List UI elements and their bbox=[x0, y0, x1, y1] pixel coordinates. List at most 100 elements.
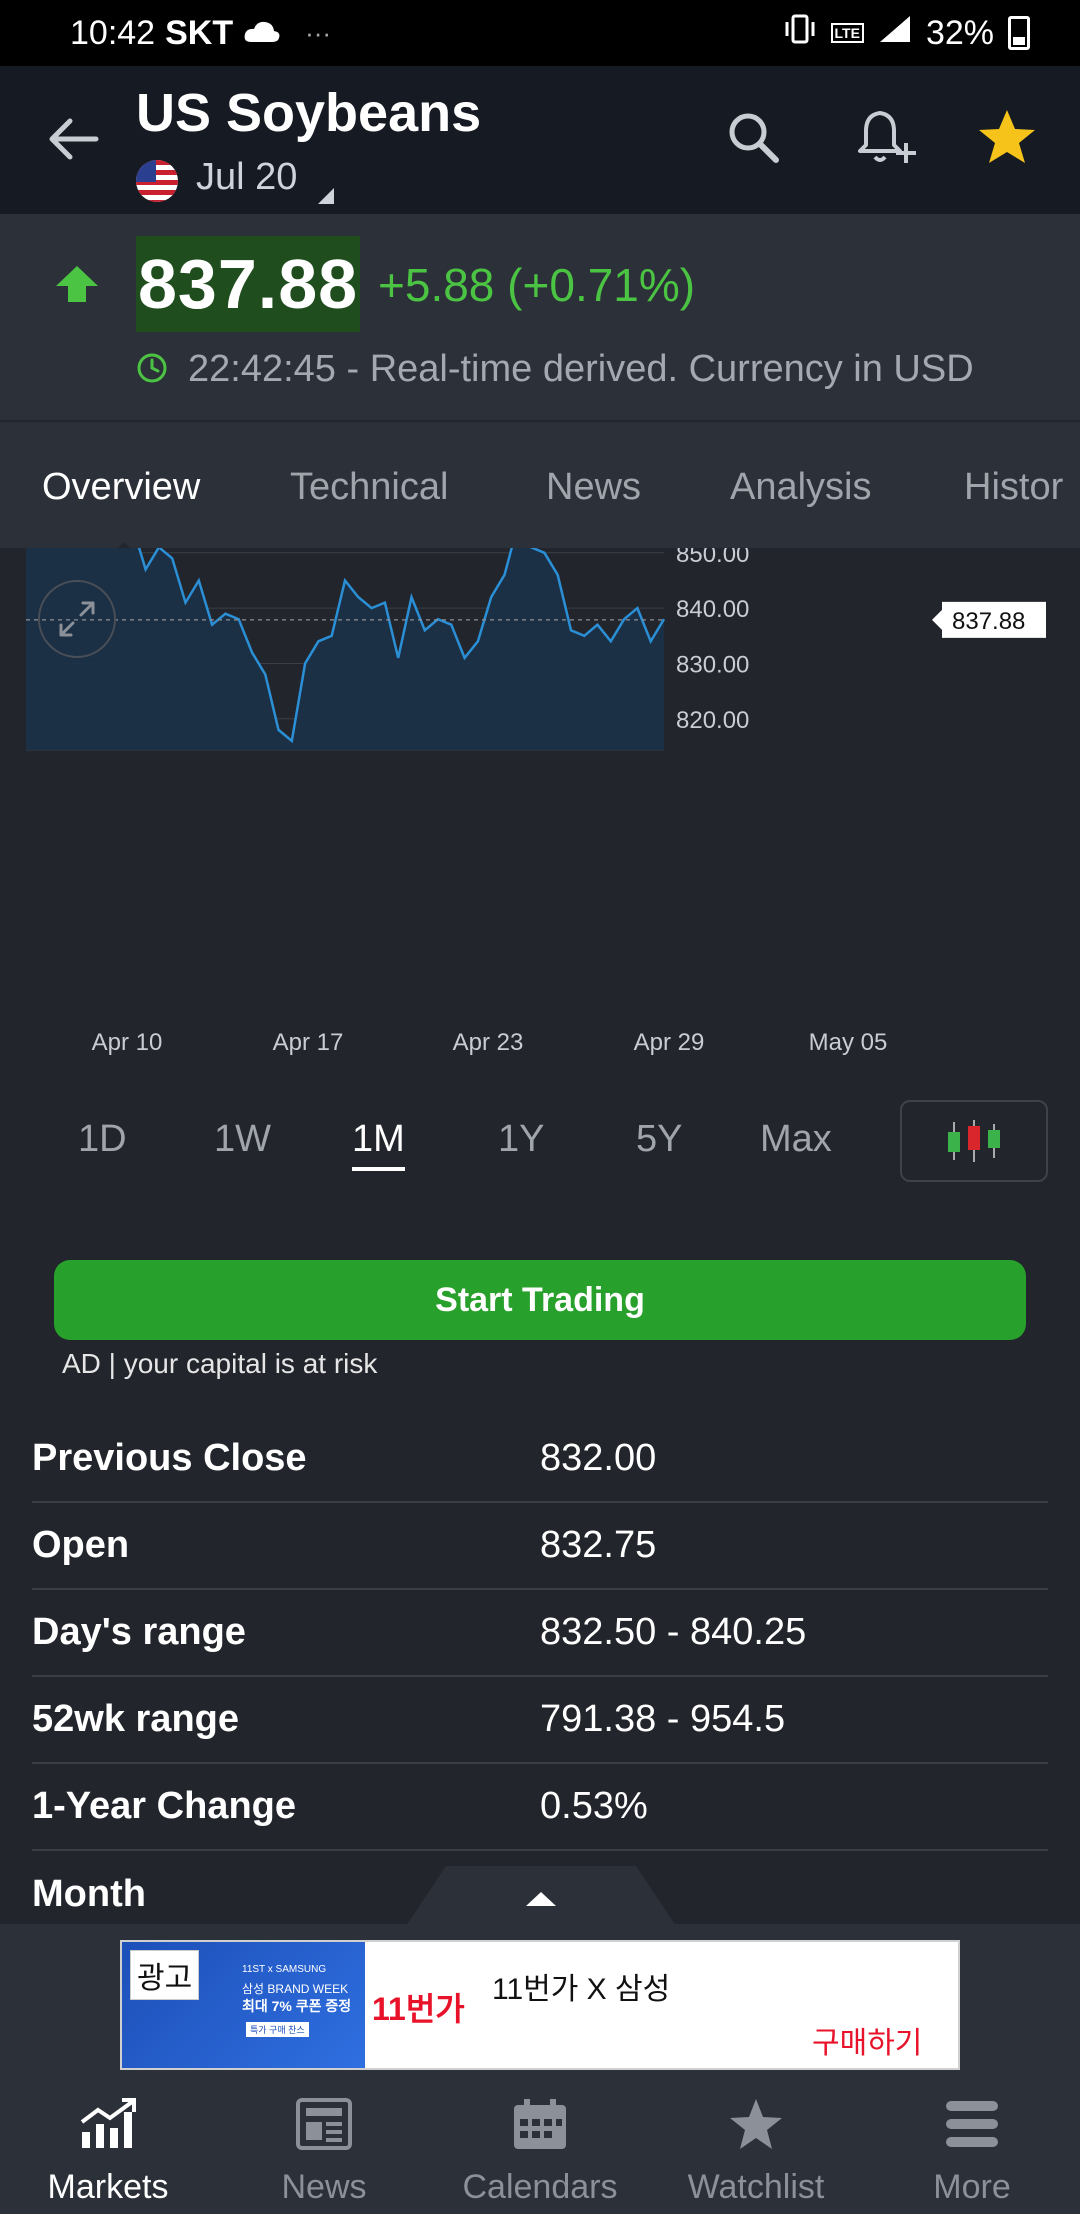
vibrate-icon bbox=[783, 12, 817, 55]
x-tick-label: Apr 29 bbox=[634, 1029, 705, 1056]
ad-image-brand: 11ST x SAMSUNG bbox=[242, 1964, 327, 1975]
chart-type-button[interactable] bbox=[900, 1100, 1048, 1182]
x-tick-label: May 05 bbox=[809, 1029, 888, 1056]
stat-value: 832.00 bbox=[540, 1437, 657, 1479]
nav-label: Watchlist bbox=[687, 2168, 825, 2206]
search-button[interactable] bbox=[718, 102, 788, 172]
signal-icon bbox=[878, 14, 912, 53]
stat-value: 832.50 - 840.25 bbox=[540, 1611, 807, 1653]
stat-row-52wk-range: 52wk range 791.38 - 954.5 bbox=[32, 1677, 1048, 1764]
chart-svg: 870.00860.00850.00840.00830.00820.00837.… bbox=[25, 420, 1046, 1056]
expand-icon bbox=[59, 601, 95, 637]
last-price-pointer bbox=[932, 609, 942, 630]
bell-plus-icon bbox=[858, 111, 916, 163]
key-stats-table: Previous Close 832.00 Open 832.75 Day's … bbox=[32, 1416, 1048, 1938]
nav-news[interactable]: News bbox=[216, 2074, 432, 2214]
nav-label: Calendars bbox=[462, 2168, 618, 2206]
stat-value: 0.53% bbox=[540, 1785, 648, 1827]
stat-label: Day's range bbox=[32, 1611, 246, 1653]
nav-markets[interactable]: Markets bbox=[0, 2074, 216, 2214]
status-bar: 10:42 SKT ··· LTE 32% bbox=[0, 0, 1080, 66]
price-chart[interactable]: 870.00860.00850.00840.00830.00820.00837.… bbox=[0, 420, 1080, 1088]
tab-history[interactable]: Histor bbox=[964, 466, 1063, 509]
nav-more[interactable]: More bbox=[864, 2074, 1080, 2214]
cloud-icon bbox=[243, 14, 281, 53]
star-filled-icon bbox=[979, 110, 1035, 163]
stat-label: 52wk range bbox=[32, 1698, 239, 1740]
chevron-up-icon bbox=[406, 1866, 676, 1926]
nav-watchlist[interactable]: Watchlist bbox=[648, 2074, 864, 2214]
status-time: 10:42 bbox=[70, 13, 156, 52]
ad-image-text: 최대 7% 쿠폰 증정 bbox=[242, 1998, 352, 2014]
battery-icon bbox=[1008, 16, 1030, 50]
x-tick-label: Apr 17 bbox=[273, 1029, 344, 1056]
start-trading-button[interactable]: Start Trading bbox=[54, 1260, 1026, 1340]
tab-bar: Overview Technical News Analysis Histor bbox=[0, 422, 1080, 548]
us-flag-icon bbox=[136, 160, 178, 202]
add-alert-button[interactable] bbox=[852, 102, 922, 172]
tab-technical[interactable]: Technical bbox=[290, 466, 448, 509]
nav-calendars[interactable]: Calendars bbox=[432, 2074, 648, 2214]
stat-value: 832.75 bbox=[540, 1524, 657, 1566]
bottom-nav: Markets News Calendars Watchlist More bbox=[0, 2074, 1080, 2214]
back-button[interactable] bbox=[40, 106, 106, 172]
watchlist-star-button[interactable] bbox=[972, 102, 1042, 172]
expand-drawer-button[interactable] bbox=[406, 1866, 676, 1926]
ad-label: 광고 bbox=[130, 1950, 200, 2000]
range-1d[interactable]: 1D bbox=[78, 1118, 127, 1161]
range-1m[interactable]: 1M bbox=[352, 1118, 405, 1171]
tab-overview[interactable]: Overview bbox=[42, 466, 200, 509]
hamburger-icon bbox=[944, 2094, 1000, 2154]
contract-selector[interactable]: Jul 20 bbox=[196, 156, 297, 199]
status-dots: ··· bbox=[305, 17, 332, 48]
range-5y[interactable]: 5Y bbox=[636, 1118, 682, 1161]
markets-chart-icon bbox=[78, 2094, 138, 2154]
up-arrow-icon bbox=[54, 264, 100, 309]
range-max[interactable]: Max bbox=[760, 1118, 832, 1161]
nav-label: More bbox=[933, 2168, 1011, 2206]
realtime-note: 22:42:45 - Real-time derived. Currency i… bbox=[188, 348, 974, 390]
star-icon bbox=[728, 2094, 784, 2154]
app-header: US Soybeans Jul 20 bbox=[0, 66, 1080, 214]
back-arrow-icon bbox=[49, 118, 99, 160]
y-tick-label: 840.00 bbox=[676, 596, 749, 623]
ad-image-text: 삼성 BRAND WEEK bbox=[242, 1982, 349, 1996]
ad-image-text: 특가 구매 찬스 bbox=[246, 2022, 309, 2037]
search-icon bbox=[729, 113, 779, 163]
stat-row-days-range: Day's range 832.50 - 840.25 bbox=[32, 1590, 1048, 1677]
status-carrier: SKT bbox=[165, 13, 234, 52]
ad-image: 광고 11ST x SAMSUNG 삼성 BRAND WEEK 최대 7% 쿠폰… bbox=[122, 1942, 365, 2068]
stat-value: 791.38 - 954.5 bbox=[540, 1698, 786, 1740]
price-highlight: 837.88 bbox=[136, 236, 361, 332]
clock-icon bbox=[136, 352, 168, 389]
tab-analysis[interactable]: Analysis bbox=[730, 466, 872, 509]
stat-row-open: Open 832.75 bbox=[32, 1503, 1048, 1590]
stat-label: 1-Year Change bbox=[32, 1785, 296, 1827]
range-1y[interactable]: 1Y bbox=[498, 1118, 544, 1161]
price-change: +5.88 (+0.71%) bbox=[378, 259, 696, 311]
ad-logo: 11번가 bbox=[372, 1991, 465, 2027]
range-1w[interactable]: 1W bbox=[214, 1118, 271, 1161]
y-tick-label: 820.00 bbox=[676, 707, 749, 734]
expand-chart-button[interactable] bbox=[38, 580, 116, 658]
last-price: 837.88 bbox=[138, 245, 359, 323]
y-tick-label: 830.00 bbox=[676, 651, 749, 678]
quote-panel: 837.88 +5.88 (+0.71%) 22:42:45 - Real-ti… bbox=[0, 214, 1080, 420]
ad-banner[interactable]: 광고 11ST x SAMSUNG 삼성 BRAND WEEK 최대 7% 쿠폰… bbox=[120, 1940, 960, 2070]
dropdown-caret-icon[interactable] bbox=[318, 188, 334, 204]
x-tick-label: Apr 10 bbox=[92, 1029, 163, 1056]
battery-percent: 32% bbox=[925, 13, 994, 52]
ad-headline: 11번가 X 삼성 bbox=[492, 1973, 671, 2006]
stat-label: Open bbox=[32, 1524, 130, 1566]
newspaper-icon bbox=[296, 2094, 352, 2154]
calendar-icon bbox=[512, 2094, 568, 2154]
nav-label: News bbox=[281, 2168, 367, 2206]
stat-label: Previous Close bbox=[32, 1437, 307, 1479]
candlestick-icon bbox=[948, 1120, 1000, 1162]
ad-disclaimer: AD | your capital is at risk bbox=[62, 1348, 378, 1379]
ad-cta[interactable]: 구매하기 bbox=[812, 2018, 922, 2062]
tab-news[interactable]: News bbox=[546, 466, 641, 509]
nav-label: Markets bbox=[47, 2168, 169, 2206]
stat-row-previous-close: Previous Close 832.00 bbox=[32, 1416, 1048, 1503]
page-title: US Soybeans bbox=[136, 83, 482, 143]
